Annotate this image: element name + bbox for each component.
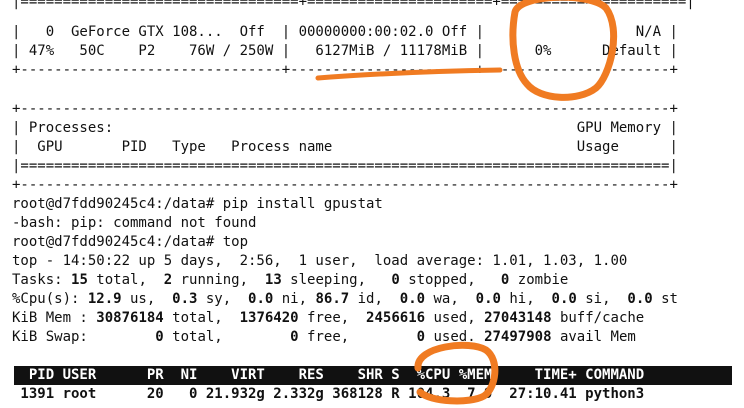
swap-total-label: total, xyxy=(163,329,291,345)
mem-total-value: 30876184 xyxy=(96,310,164,326)
tasks-total-label: total, xyxy=(87,272,164,288)
mem-label: KiB Mem : xyxy=(12,310,97,326)
memory-line: KiB Mem : 30876184 total, 1376420 free, … xyxy=(12,309,644,328)
mem-used-label: used, xyxy=(425,310,485,326)
processes-table-bottom-border: +---------------------------------------… xyxy=(12,177,678,193)
process-row[interactable]: 1391 root 20 0 21.932g 2.332g 368128 R 1… xyxy=(12,385,644,404)
cpu-us-label: us, xyxy=(121,291,173,307)
swap-used-label: used. xyxy=(425,329,485,345)
terminal-window[interactable]: |=================================+=====… xyxy=(0,0,744,408)
mem-total-label: total, xyxy=(163,310,240,326)
tasks-sleeping-label: sleeping, xyxy=(281,272,392,288)
mem-cache-value: 27043148 xyxy=(484,310,552,326)
tasks-sleeping-value: 13 xyxy=(264,272,282,288)
mem-free-label: free, xyxy=(298,310,367,326)
cpu-st-label: st xyxy=(652,291,678,307)
processes-separator: |=======================================… xyxy=(12,158,678,174)
tasks-running-value: 2 xyxy=(163,272,173,288)
cpu-id-label: id, xyxy=(349,291,400,307)
cpu-ni-label: ni, xyxy=(273,291,316,307)
tasks-stopped-label: stopped, xyxy=(399,272,501,288)
cpu-ni-value: 0.0 xyxy=(248,291,274,307)
top-summary-line: top - 14:50:22 up 5 days, 2:56, 1 user, … xyxy=(12,253,628,269)
processes-columns-row: | GPU PID Type Process name Usage | xyxy=(12,139,678,155)
process-list-header: PID USER PR NI VIRT RES SHR S %CPU %MEM … xyxy=(12,367,645,383)
processes-table-top-border: +---------------------------------------… xyxy=(12,101,678,117)
cpu-wa-value: 0.0 xyxy=(399,291,426,307)
cpu-sy-value: 0.3 xyxy=(172,291,198,307)
gpu-info-row-2: | 47% 50C P2 76W / 250W | 6127MiB / 1117… xyxy=(12,43,678,59)
mem-cache-label: buff/cache xyxy=(551,310,645,326)
tasks-stopped-value: 0 xyxy=(391,272,400,288)
swap-used-value: 0 xyxy=(416,329,426,345)
swap-avail-label: avail Mem xyxy=(551,329,636,345)
swap-total-value: 0 xyxy=(155,329,164,345)
tasks-total-value: 15 xyxy=(71,272,88,288)
cpu-label: %Cpu(s): xyxy=(12,291,88,307)
tasks-running-label: running, xyxy=(172,272,265,288)
swap-avail-value: 27497908 xyxy=(484,329,552,345)
mem-used-value: 2456616 xyxy=(366,310,426,326)
mem-free-value: 1376420 xyxy=(239,310,299,326)
swap-free-value: 0 xyxy=(290,329,299,345)
error-message: -bash: pip: command not found xyxy=(12,215,257,231)
swap-line: KiB Swap: 0 total, 0 free, 0 used. 27497… xyxy=(12,328,636,347)
cpu-id-value: 86.7 xyxy=(315,291,350,307)
cpu-us-value: 12.9 xyxy=(87,291,122,307)
cpu-st-value: 0.0 xyxy=(627,291,653,307)
cpu-line: %Cpu(s): 12.9 us, 0.3 sy, 0.0 ni, 86.7 i… xyxy=(12,290,678,309)
gpu-table-top-border: |=================================+=====… xyxy=(12,0,695,10)
cpu-hi-value: 0.0 xyxy=(475,291,501,307)
gpu-table-bottom-border: +-------------------------------+-------… xyxy=(12,62,678,78)
cpu-wa-label: wa, xyxy=(425,291,476,307)
command-line-pip: root@d7fdd90245c4:/data# pip install gpu… xyxy=(12,196,383,212)
cpu-sy-label: sy, xyxy=(197,291,249,307)
cpu-hi-label: hi, xyxy=(500,291,552,307)
tasks-line: Tasks: 15 total, 2 running, 13 sleeping,… xyxy=(12,271,568,290)
processes-title-row: | Processes: GPU Memory | xyxy=(12,120,678,136)
cpu-si-value: 0.0 xyxy=(551,291,577,307)
tasks-label: Tasks: xyxy=(12,272,72,288)
swap-label: KiB Swap: xyxy=(12,329,156,345)
tasks-zombie-label: zombie xyxy=(509,272,569,288)
cpu-si-label: si, xyxy=(576,291,628,307)
swap-free-label: free, xyxy=(298,329,417,345)
gpu-info-row-1: | 0 GeForce GTX 108... Off | 00000000:00… xyxy=(12,24,678,40)
command-line-top: root@d7fdd90245c4:/data# top xyxy=(12,234,249,250)
